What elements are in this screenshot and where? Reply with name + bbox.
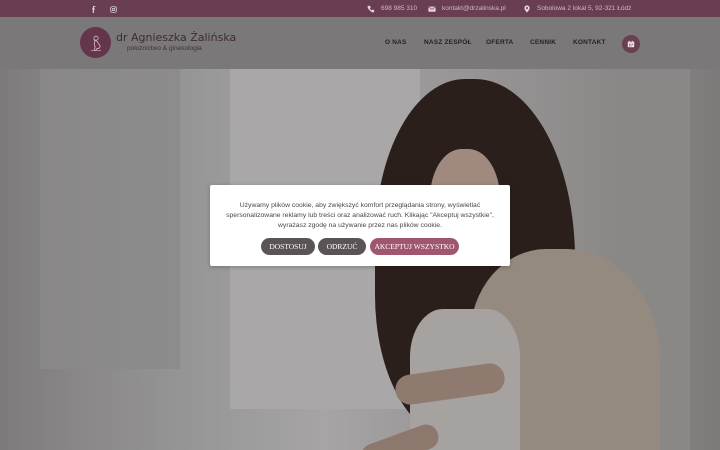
address-text: Sobolowa 2 lokal 5, 92-321 Łódź: [537, 5, 632, 12]
phone-contact[interactable]: 698 985 310: [367, 0, 417, 17]
nav-item-kontakt[interactable]: KONTAKT: [573, 39, 606, 46]
appointment-button[interactable]: [622, 35, 640, 53]
cookie-consent-text: Używamy plików cookie, aby zwiększyć kom…: [226, 202, 494, 229]
pregnant-woman-logo-icon: [90, 35, 101, 51]
nav-item-o-nas[interactable]: O NAS: [385, 39, 407, 46]
hero-window-left: [40, 69, 180, 369]
phone-number: 698 985 310: [381, 5, 418, 12]
nav-item-cennik[interactable]: CENNIK: [530, 39, 556, 46]
reject-cookies-button[interactable]: ODRZUĆ: [318, 238, 366, 255]
hero-woman-hand: [358, 421, 442, 450]
cookie-consent-dialog: Używamy plików cookie, aby zwiększyć kom…: [210, 185, 510, 266]
calendar-icon: [627, 40, 635, 48]
envelope-icon: [428, 6, 436, 12]
logo-emblem[interactable]: [80, 27, 111, 58]
facebook-icon[interactable]: [88, 4, 98, 14]
logo-subtitle: położnictwo & ginekologia: [127, 45, 202, 52]
email-contact[interactable]: kontakt@drzalinska.pl: [428, 0, 506, 17]
nav-item-nasz-zespol[interactable]: NASZ ZESPÓŁ: [424, 39, 472, 46]
logo-name: dr Agnieszka Żalińska: [116, 31, 237, 44]
accept-all-cookies-button[interactable]: AKCEPTUJ WSZYSTKO: [370, 238, 459, 255]
top-bar: 698 985 310 kontakt@drzalinska.pl Sobolo…: [0, 0, 720, 17]
phone-icon: [367, 5, 375, 12]
email-address: kontakt@drzalinska.pl: [442, 5, 506, 12]
map-pin-icon: [524, 4, 530, 13]
instagram-icon[interactable]: [108, 4, 118, 14]
nav-item-oferta[interactable]: OFERTA: [486, 39, 513, 46]
customize-cookies-button[interactable]: DOSTOSUJ: [261, 238, 315, 255]
address-contact[interactable]: Sobolowa 2 lokal 5, 92-321 Łódź: [523, 0, 631, 17]
site-header: dr Agnieszka Żalińska położnictwo & gine…: [0, 17, 720, 69]
